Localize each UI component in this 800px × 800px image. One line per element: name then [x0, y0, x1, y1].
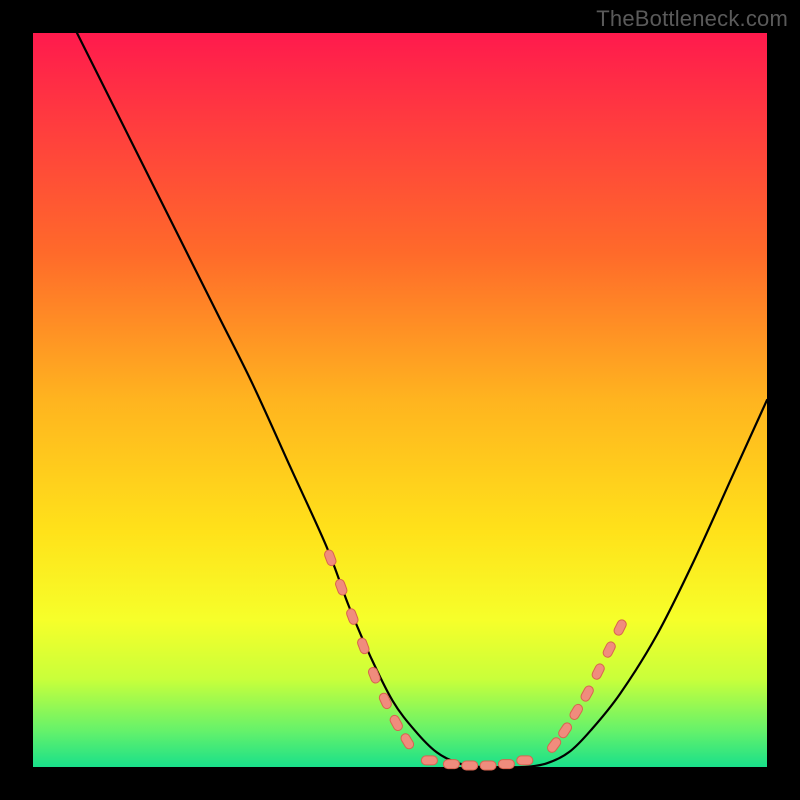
- chart-frame: TheBottleneck.com: [0, 0, 800, 800]
- data-marker: [334, 578, 348, 596]
- data-marker: [421, 756, 437, 765]
- bottleneck-curve: [77, 33, 767, 767]
- data-marker: [388, 714, 404, 732]
- data-marker: [462, 761, 478, 770]
- data-marker: [356, 637, 370, 655]
- data-marker: [498, 760, 514, 769]
- plot-area: [33, 33, 767, 767]
- data-marker: [443, 760, 459, 769]
- data-marker: [345, 607, 359, 625]
- data-marker: [323, 549, 337, 567]
- data-marker: [399, 732, 415, 750]
- data-marker: [480, 761, 496, 770]
- watermark-text: TheBottleneck.com: [596, 6, 788, 32]
- data-markers: [323, 549, 627, 770]
- data-marker: [546, 736, 563, 754]
- data-marker: [613, 618, 628, 636]
- data-marker: [591, 662, 606, 680]
- data-marker: [568, 703, 584, 721]
- data-marker: [367, 666, 381, 684]
- data-marker: [517, 756, 533, 765]
- data-marker: [602, 640, 617, 658]
- chart-svg: [33, 33, 767, 767]
- data-marker: [378, 692, 393, 710]
- data-marker: [557, 721, 573, 739]
- data-marker: [579, 684, 595, 702]
